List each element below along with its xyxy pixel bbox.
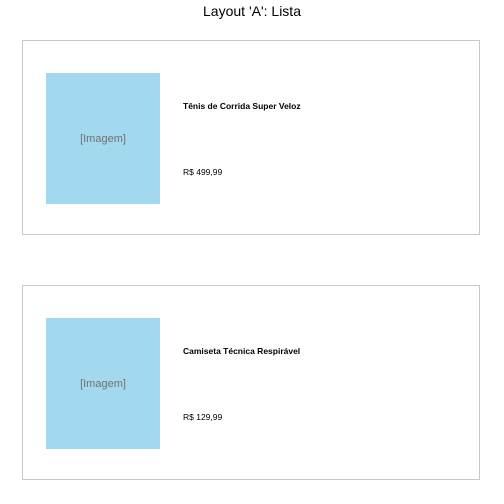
product-name[interactable]: Tênis de Corrida Super Veloz bbox=[183, 101, 301, 112]
product-card[interactable]: [Imagem] Camiseta Técnica Respirável R$ … bbox=[22, 285, 480, 480]
product-card[interactable]: [Imagem] Tênis de Corrida Super Veloz R$… bbox=[22, 40, 480, 235]
product-name[interactable]: Camiseta Técnica Respirável bbox=[183, 346, 300, 357]
product-image-placeholder[interactable]: [Imagem] bbox=[46, 73, 160, 204]
product-price: R$ 129,99 bbox=[183, 412, 223, 422]
product-image-placeholder[interactable]: [Imagem] bbox=[46, 318, 160, 449]
page-title: Layout 'A': Lista bbox=[203, 3, 301, 19]
product-price: R$ 499,99 bbox=[183, 167, 223, 177]
